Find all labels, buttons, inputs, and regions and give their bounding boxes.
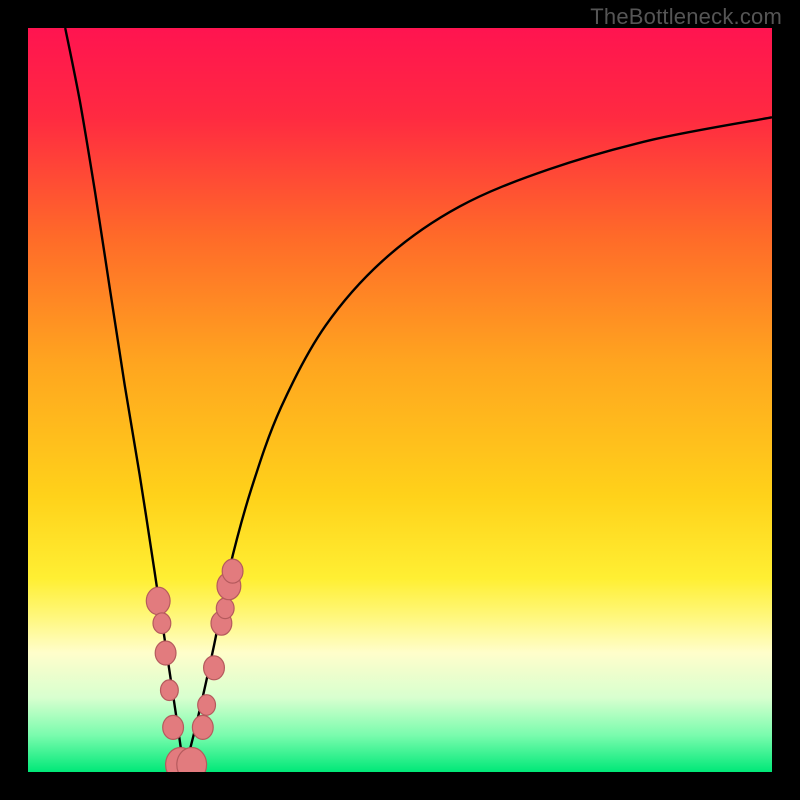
attribution-text: TheBottleneck.com (590, 4, 782, 30)
background-gradient (28, 28, 772, 772)
plot-area (28, 28, 772, 772)
outer-frame: TheBottleneck.com (0, 0, 800, 800)
